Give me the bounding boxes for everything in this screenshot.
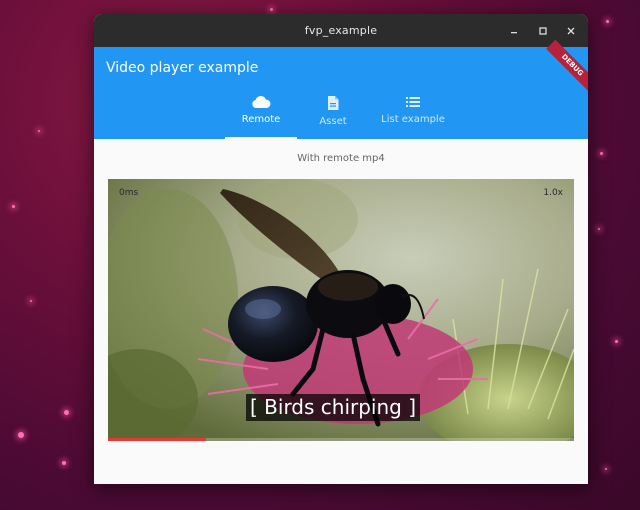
tab-content: With remote mp4 0ms 1.0x [Birds chirpin… [94,139,588,484]
app-title: Video player example [106,60,259,76]
debug-banner: DEBUG [546,39,588,92]
subtitle-caption: [ Birds chirping ] [246,394,421,421]
maximize-icon [539,26,547,35]
document-icon [328,96,339,110]
background-star [615,340,618,343]
minimize-icon [511,31,517,33]
tab-label: List example [381,114,445,125]
background-star [605,468,607,470]
app-window: fvp_example Video player example DEBUG R… [94,14,588,484]
progress-track[interactable] [108,438,574,441]
tab-label: Asset [319,116,347,127]
tab-label: Remote [241,114,281,125]
background-star [62,461,66,465]
close-icon [567,27,575,34]
background-star [606,20,609,23]
video-section-title: With remote mp4 [297,153,385,164]
video-player[interactable]: 0ms 1.0x [ Birds chirping ] [108,179,574,441]
playback-speed[interactable]: 1.0x [543,188,563,198]
playback-position: 0ms [119,188,139,198]
tab-remote[interactable]: Remote [225,91,297,139]
tab-list-example[interactable]: List example [369,91,457,139]
list-icon [406,97,420,107]
progress-fill [108,438,206,441]
background-star [12,205,15,208]
tab-bar: Remote Asset List example [94,91,588,139]
minimize-button[interactable] [502,14,526,47]
tab-asset[interactable]: Asset [297,91,369,139]
window-title: fvp_example [304,24,378,37]
close-button[interactable] [559,14,583,47]
background-star [38,130,40,132]
background-star [30,300,32,302]
window-titlebar[interactable]: fvp_example [94,14,588,47]
cloud-icon [252,95,271,108]
background-star [270,8,273,11]
background-star [600,152,603,155]
background-star [64,410,69,415]
background-star [598,228,600,230]
background-star [18,432,24,438]
app-bar: Video player example DEBUG Remote Asset [94,39,588,139]
